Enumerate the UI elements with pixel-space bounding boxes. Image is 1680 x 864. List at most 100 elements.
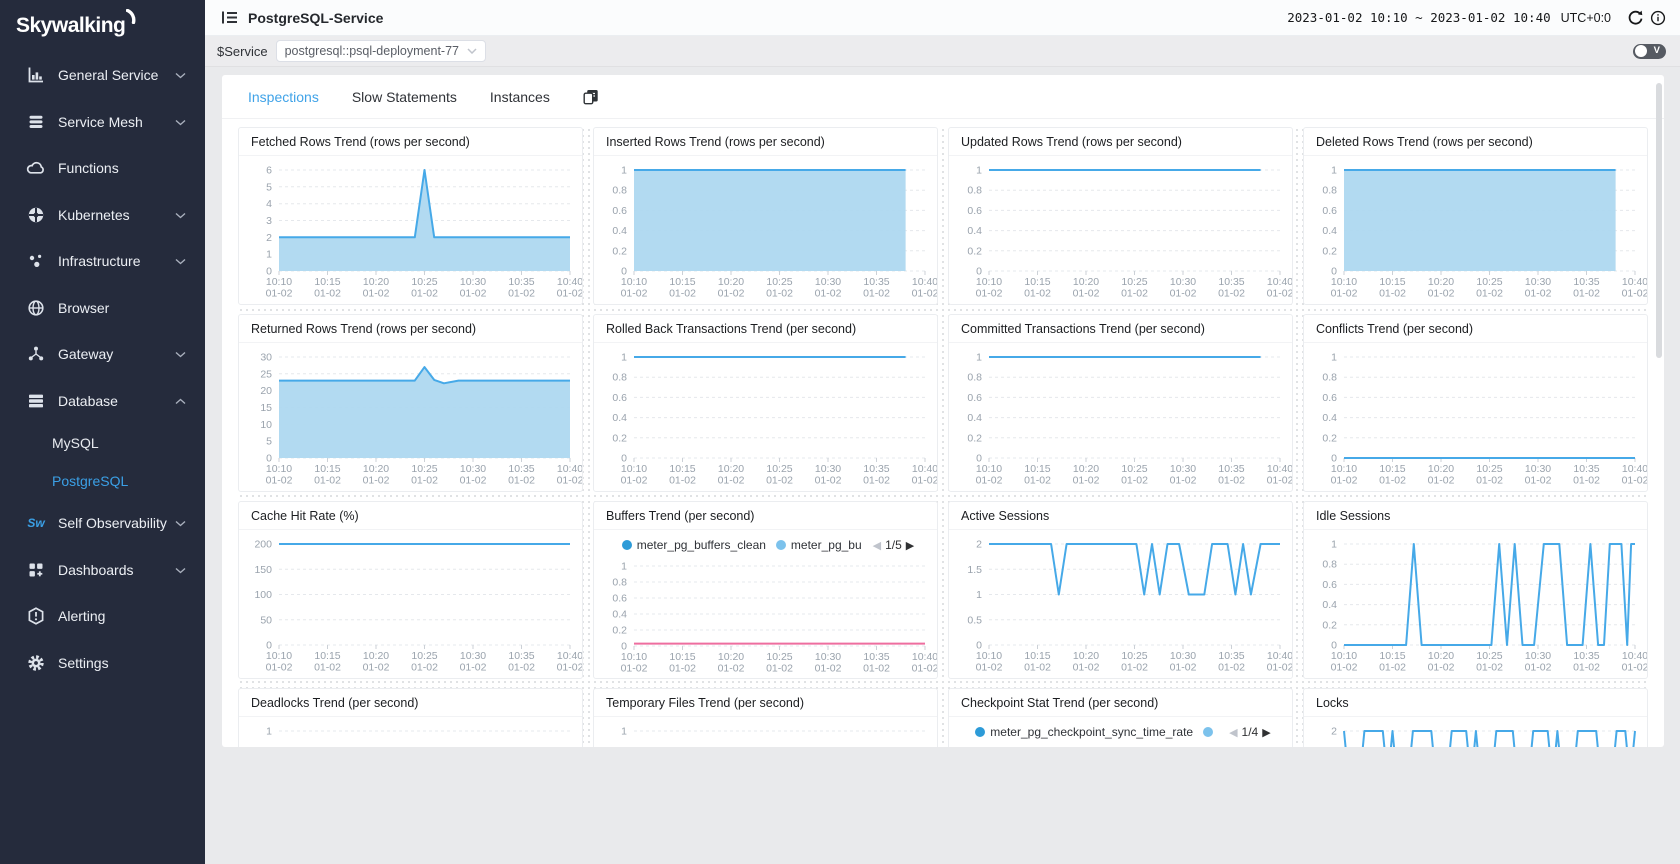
- svg-text:10:1501-02: 10:1501-02: [1379, 463, 1406, 487]
- chart-plot: 654321010:1001-0210:1501-0210:2001-0210:…: [239, 156, 582, 305]
- auto-refresh-toggle[interactable]: V: [1633, 44, 1666, 59]
- svg-text:0.8: 0.8: [1322, 559, 1337, 571]
- sidebar-item-functions[interactable]: Functions: [0, 145, 205, 192]
- sidebar-item-general-service[interactable]: General Service: [0, 52, 205, 99]
- svg-text:10:2001-02: 10:2001-02: [1428, 650, 1455, 674]
- svg-text:10:3001-02: 10:3001-02: [1170, 463, 1197, 487]
- legend-item[interactable]: meter_pg_checkpoint_sync_time_rate: [975, 725, 1193, 739]
- skywalking-sw-icon: Sw: [26, 514, 46, 532]
- svg-text:25: 25: [260, 368, 272, 380]
- refresh-icon[interactable]: [1627, 9, 1644, 26]
- sidebar-item-kubernetes[interactable]: Kubernetes: [0, 192, 205, 239]
- legend-prev-icon[interactable]: ◀: [1229, 726, 1237, 739]
- alert-shield-icon: [26, 607, 46, 625]
- svg-text:1: 1: [266, 726, 272, 738]
- svg-text:10:3001-02: 10:3001-02: [1525, 276, 1552, 300]
- legend-item[interactable]: [1203, 727, 1218, 737]
- chart-plot: 10.80.60.40.2010:1001-0210:1501-0210:200…: [949, 343, 1292, 492]
- svg-text:10:1001-02: 10:1001-02: [266, 463, 293, 487]
- svg-text:10:2501-02: 10:2501-02: [1121, 276, 1148, 300]
- svg-text:0.8: 0.8: [1322, 185, 1337, 197]
- chevron-down-icon: [175, 514, 187, 532]
- tab-instances[interactable]: Instances: [490, 89, 550, 105]
- svg-text:10:3001-02: 10:3001-02: [460, 650, 487, 674]
- sidebar-item-infrastructure[interactable]: Infrastructure: [0, 238, 205, 285]
- service-select[interactable]: postgresql::psql-deployment-77: [276, 40, 486, 62]
- svg-text:10:3001-02: 10:3001-02: [815, 463, 842, 487]
- svg-text:0.8: 0.8: [967, 372, 982, 384]
- chevron-down-icon: [175, 66, 187, 84]
- svg-text:10:4001-02: 10:4001-02: [912, 276, 937, 300]
- svg-text:10:3501-02: 10:3501-02: [863, 651, 890, 675]
- legend-prev-icon[interactable]: ◀: [873, 539, 881, 552]
- sidebar-item-self-observability[interactable]: SwSelf Observability: [0, 500, 205, 547]
- svg-text:10:3501-02: 10:3501-02: [1218, 650, 1245, 674]
- svg-text:10:1001-02: 10:1001-02: [621, 463, 648, 487]
- copy-dashboard-icon[interactable]: [583, 89, 599, 105]
- sidebar-item-label: Alerting: [58, 608, 175, 624]
- svg-text:10:2001-02: 10:2001-02: [718, 651, 745, 675]
- collapse-sidebar-icon[interactable]: [221, 10, 238, 25]
- sidebar-item-dashboards[interactable]: Dashboards: [0, 547, 205, 594]
- toggle-knob: [1635, 45, 1647, 57]
- svg-text:10: 10: [260, 419, 272, 431]
- tab-inspections[interactable]: Inspections: [248, 89, 319, 105]
- sidebar-item-label: Gateway: [58, 346, 175, 362]
- gateway-icon: [26, 345, 46, 363]
- chart-card-buffers-trend-per-second: Buffers Trend (per second)meter_pg_buffe…: [593, 501, 938, 679]
- svg-text:10:1501-02: 10:1501-02: [1024, 650, 1051, 674]
- chevron-down-icon: [175, 345, 187, 363]
- sidebar-item-settings[interactable]: Settings: [0, 640, 205, 687]
- svg-text:0.4: 0.4: [1322, 599, 1337, 611]
- legend-item[interactable]: meter_pg_bu: [776, 538, 862, 552]
- chart-card-locks: Locks21.510.5010:1001-0210:1501-0210:200…: [1303, 688, 1648, 747]
- chart-card-temporary-files-trend-per-second: Temporary Files Trend (per second)10.80.…: [593, 688, 938, 747]
- legend-next-icon[interactable]: ▶: [906, 539, 914, 552]
- svg-text:10:1501-02: 10:1501-02: [314, 463, 341, 487]
- sidebar-item-gateway[interactable]: Gateway: [0, 331, 205, 378]
- svg-text:10:2501-02: 10:2501-02: [1476, 463, 1503, 487]
- sidebar-subitem-postgresql[interactable]: PostgreSQL: [0, 462, 205, 500]
- chart-legend: meter_pg_checkpoint_sync_time_rate ◀ 1/4▶: [949, 719, 1292, 745]
- sidebar-item-service-mesh[interactable]: Service Mesh: [0, 99, 205, 146]
- sidebar: Skywalking General ServiceService MeshFu…: [0, 0, 205, 864]
- chart-plot: 10.80.60.40.2010:1001-0210:1501-0210:200…: [594, 343, 937, 492]
- svg-text:10:2501-02: 10:2501-02: [766, 651, 793, 675]
- dashboard-panel: Inspections Slow Statements Instances Fetc…: [222, 75, 1664, 747]
- svg-text:0.8: 0.8: [612, 185, 627, 197]
- legend-next-icon[interactable]: ▶: [1262, 726, 1270, 739]
- tab-slow-statements[interactable]: Slow Statements: [352, 89, 457, 105]
- chart-plot: 10.80.60.40.2010:1001-0210:1501-0210:200…: [594, 717, 937, 747]
- svg-text:0.4: 0.4: [1322, 412, 1337, 424]
- svg-text:10:2501-02: 10:2501-02: [1476, 276, 1503, 300]
- time-range[interactable]: 2023-01-02 10:10 ~ 2023-01-02 10:40: [1287, 10, 1550, 25]
- layers-icon: [26, 113, 46, 131]
- svg-text:1.5: 1.5: [967, 564, 982, 576]
- chart-plot: 10.80.60.40.2010:1001-0210:1501-0210:200…: [594, 558, 937, 679]
- chevron-up-icon: [175, 392, 187, 410]
- svg-text:10:1501-02: 10:1501-02: [1024, 463, 1051, 487]
- service-label: $Service: [217, 44, 268, 59]
- legend-page: 1/4: [1242, 725, 1259, 739]
- sidebar-item-browser[interactable]: Browser: [0, 285, 205, 332]
- svg-text:1: 1: [976, 589, 982, 601]
- info-icon[interactable]: [1650, 10, 1666, 26]
- sidebar-item-alerting[interactable]: Alerting: [0, 593, 205, 640]
- scrollbar-thumb[interactable]: [1656, 83, 1662, 358]
- chart-plot: 10.80.60.40.2010:1001-0210:1501-0210:200…: [1304, 156, 1647, 305]
- chart-title: Fetched Rows Trend (rows per second): [239, 128, 582, 156]
- svg-text:20: 20: [260, 385, 272, 397]
- svg-text:10:2501-02: 10:2501-02: [1121, 650, 1148, 674]
- legend-item[interactable]: meter_pg_buffers_clean: [622, 538, 766, 552]
- sidebar-item-database[interactable]: Database: [0, 378, 205, 425]
- svg-text:1: 1: [266, 249, 272, 261]
- chart-title: Checkpoint Stat Trend (per second): [949, 689, 1292, 717]
- chart-title: Deleted Rows Trend (rows per second): [1304, 128, 1647, 156]
- sidebar-subitem-mysql[interactable]: MySQL: [0, 424, 205, 462]
- svg-text:10:3001-02: 10:3001-02: [1170, 276, 1197, 300]
- cluster-icon: [26, 252, 46, 270]
- svg-text:10:3001-02: 10:3001-02: [815, 276, 842, 300]
- dashboards-icon: [26, 561, 46, 579]
- svg-text:0.6: 0.6: [967, 205, 982, 217]
- svg-text:15: 15: [260, 402, 272, 414]
